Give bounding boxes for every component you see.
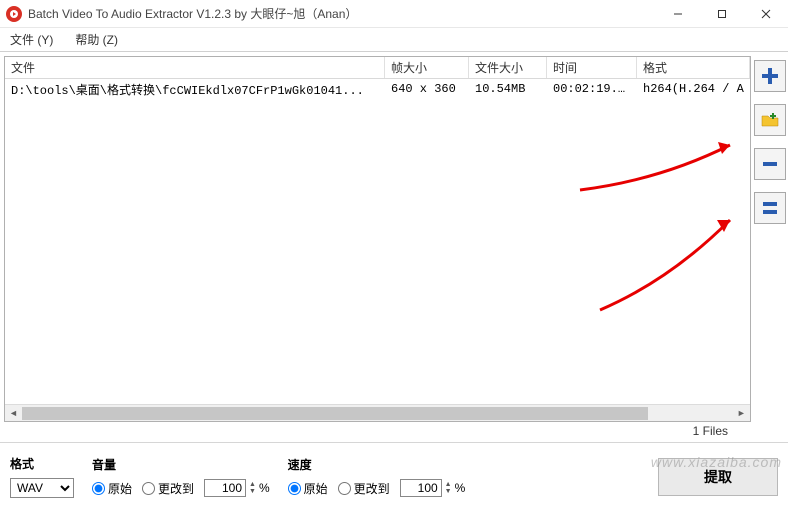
menu-help[interactable]: 帮助 (Z) (71, 29, 122, 50)
volume-unit: % (259, 481, 270, 495)
clear-icon (760, 198, 780, 218)
speed-change-radio[interactable]: 更改到 (338, 480, 390, 497)
minimize-button[interactable] (656, 0, 700, 28)
app-icon (6, 6, 22, 22)
titlebar: Batch Video To Audio Extractor V1.2.3 by… (0, 0, 788, 28)
folder-plus-icon (760, 110, 780, 130)
remove-button[interactable] (754, 148, 786, 180)
col-format[interactable]: 格式 (637, 57, 750, 78)
col-file[interactable]: 文件 (5, 57, 385, 78)
speed-unit: % (455, 481, 466, 495)
volume-change-radio[interactable]: 更改到 (142, 480, 194, 497)
file-count: 1 Files (693, 424, 728, 438)
speed-stepper[interactable]: ▲▼ (445, 481, 452, 495)
table-body[interactable]: D:\tools\桌面\格式转换\fcCWIEkdlx07CFrP1wGk010… (5, 79, 750, 404)
speed-label: 速度 (288, 456, 466, 473)
main-content: 文件 帧大小 文件大小 时间 格式 D:\tools\桌面\格式转换\fcCWI… (0, 52, 788, 422)
window-controls (656, 0, 788, 27)
volume-original-radio[interactable]: 原始 (92, 480, 132, 497)
scroll-left-icon[interactable]: ◄ (5, 405, 22, 422)
cell-format: h264(H.264 / A (637, 82, 750, 96)
cell-frame-size: 640 x 360 (385, 82, 469, 96)
minus-icon (760, 154, 780, 174)
volume-spinner: ▲▼ % (204, 479, 270, 497)
file-table: 文件 帧大小 文件大小 时间 格式 D:\tools\桌面\格式转换\fcCWI… (4, 56, 751, 422)
maximize-button[interactable] (700, 0, 744, 28)
table-row[interactable]: D:\tools\桌面\格式转换\fcCWIEkdlx07CFrP1wGk010… (5, 79, 750, 99)
cell-file: D:\tools\桌面\格式转换\fcCWIEkdlx07CFrP1wGk010… (5, 81, 385, 98)
format-select[interactable]: WAV (10, 478, 74, 498)
speed-group: 速度 原始 更改到 ▲▼ % (288, 456, 466, 497)
window-title: Batch Video To Audio Extractor V1.2.3 by… (28, 5, 656, 22)
menu-file[interactable]: 文件 (Y) (6, 29, 57, 50)
clear-button[interactable] (754, 192, 786, 224)
scroll-right-icon[interactable]: ► (733, 405, 750, 422)
close-button[interactable] (744, 0, 788, 28)
col-frame-size[interactable]: 帧大小 (385, 57, 469, 78)
volume-group: 音量 原始 更改到 ▲▼ % (92, 456, 270, 497)
add-file-button[interactable] (754, 60, 786, 92)
status-bar: 1 Files (0, 422, 788, 442)
bottom-panel: 格式 WAV 音量 原始 更改到 ▲▼ % 速度 原始 更改到 ▲▼ % (0, 442, 788, 510)
plus-icon (760, 66, 780, 86)
col-file-size[interactable]: 文件大小 (469, 57, 547, 78)
format-label: 格式 (10, 455, 74, 472)
volume-input[interactable] (204, 479, 246, 497)
speed-original-radio[interactable]: 原始 (288, 480, 328, 497)
speed-input[interactable] (400, 479, 442, 497)
menubar: 文件 (Y) 帮助 (Z) (0, 28, 788, 52)
speed-spinner: ▲▼ % (400, 479, 466, 497)
horizontal-scrollbar[interactable]: ◄ ► (5, 404, 750, 421)
add-folder-button[interactable] (754, 104, 786, 136)
sidebar (753, 52, 788, 422)
scroll-thumb[interactable] (22, 407, 648, 420)
cell-file-size: 10.54MB (469, 82, 547, 96)
volume-stepper[interactable]: ▲▼ (249, 481, 256, 495)
table-header: 文件 帧大小 文件大小 时间 格式 (5, 57, 750, 79)
format-group: 格式 WAV (10, 455, 74, 498)
col-time[interactable]: 时间 (547, 57, 637, 78)
volume-label: 音量 (92, 456, 270, 473)
watermark: www.xiazaiba.com (651, 454, 782, 470)
scroll-track[interactable] (22, 406, 733, 421)
cell-time: 00:02:19... (547, 82, 637, 96)
